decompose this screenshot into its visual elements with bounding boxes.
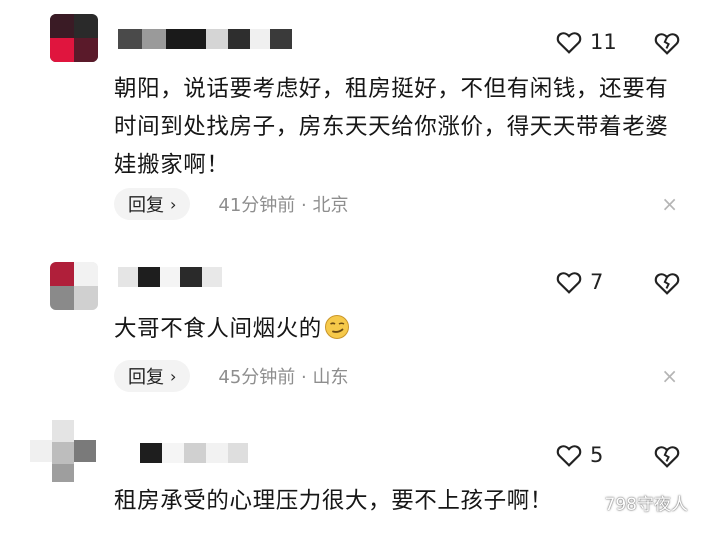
comment-text: 朝阳，说话要考虑好，租房挺好，不但有闲钱，还要有 时间到处找房子，房东天天给你涨…	[114, 70, 694, 184]
heart-outline-icon	[556, 445, 582, 467]
broken-heart-icon[interactable]	[654, 270, 680, 296]
comment-text: 大哥不食人间烟火的	[114, 310, 694, 348]
comment-text-line: 大哥不食人间烟火的	[114, 316, 322, 342]
close-icon[interactable]: ×	[661, 364, 678, 388]
reply-button[interactable]: 回复 ›	[114, 360, 191, 392]
comment-text-line: 时间到处找房子，房东天天给你涨价，得天天带着老婆	[114, 114, 669, 140]
reply-label: 回复	[128, 195, 164, 216]
watermark-text: 798守夜人	[604, 495, 688, 515]
broken-heart-icon[interactable]	[654, 443, 680, 469]
username-redacted[interactable]	[140, 442, 248, 464]
comment-list: 11 朝阳，说话要考虑好，租房挺好，不但有闲钱，还要有 时间到处找房子，房东天天…	[0, 0, 710, 535]
comment-text-line: 娃搬家啊！	[114, 152, 230, 178]
username-redacted[interactable]	[118, 28, 292, 50]
time-location: 41分钟前 · 北京	[218, 195, 349, 216]
comment-text-line: 租房承受的心理压力很大，要不上孩子啊！	[114, 488, 553, 514]
like-button[interactable]: 7	[556, 270, 603, 294]
heart-outline-icon	[556, 32, 582, 54]
chevron-right-icon: ›	[170, 366, 177, 386]
time-location: 45分钟前 · 山东	[218, 367, 349, 388]
like-button[interactable]: 11	[556, 30, 617, 54]
reply-button[interactable]: 回复 ›	[114, 188, 191, 220]
smirk-emoji-icon	[324, 315, 349, 339]
username-redacted[interactable]	[118, 266, 222, 288]
broken-heart-icon[interactable]	[654, 30, 680, 56]
wechat-icon	[576, 493, 598, 511]
reply-label: 回复	[128, 367, 164, 388]
like-count: 5	[590, 443, 604, 467]
avatar[interactable]	[50, 262, 98, 310]
avatar[interactable]	[50, 14, 98, 62]
comment-text-line: 朝阳，说话要考虑好，租房挺好，不但有闲钱，还要有	[114, 76, 669, 102]
comment-meta: 回复 › 41分钟前 · 北京	[114, 188, 348, 220]
close-icon[interactable]: ×	[661, 192, 678, 216]
heart-outline-icon	[556, 272, 582, 294]
watermark: 798守夜人	[576, 490, 688, 515]
comment-meta: 回复 › 45分钟前 · 山东	[114, 360, 348, 392]
like-count: 7	[590, 270, 604, 294]
chevron-right-icon: ›	[170, 194, 177, 214]
like-count: 11	[590, 30, 617, 54]
avatar[interactable]	[30, 420, 98, 484]
like-button[interactable]: 5	[556, 443, 603, 467]
